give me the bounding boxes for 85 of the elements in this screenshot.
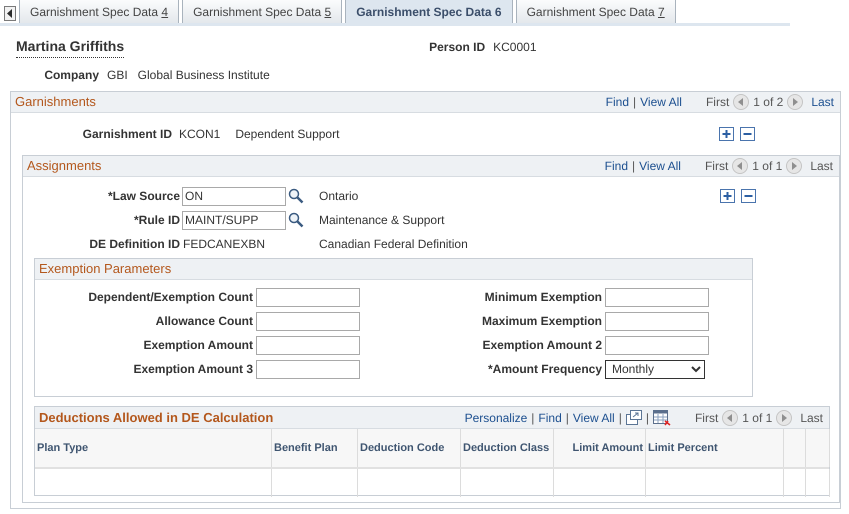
field-label: Person ID: [429, 38, 486, 56]
search-icon[interactable]: [288, 188, 304, 204]
field-label: Company: [43, 67, 99, 84]
field-label: Exemption Amount 3: [132, 361, 253, 378]
remove-icon[interactable]: [740, 127, 755, 141]
nav-link[interactable]: View All: [572, 408, 615, 426]
input-field[interactable]: [605, 288, 709, 306]
separator: |: [618, 410, 622, 426]
field-label: *Rule ID: [132, 212, 180, 229]
separator: |: [531, 410, 534, 426]
field-label: *Law Source: [106, 188, 180, 205]
field-description: Maintenance & Support: [319, 212, 444, 229]
field-label: DE Definition ID: [88, 236, 180, 253]
column-header[interactable]: Limit Amount: [554, 429, 646, 467]
field-value: GBI: [107, 67, 128, 84]
field-description: Ontario: [319, 188, 358, 205]
remove-icon[interactable]: [741, 189, 756, 203]
separator: |: [633, 94, 636, 111]
input-field[interactable]: [256, 336, 360, 354]
column-header[interactable]: Plan Type: [35, 429, 272, 467]
separator: |: [566, 410, 569, 426]
column-header[interactable]: Benefit Plan: [272, 429, 358, 467]
input-field[interactable]: MAINT/SUPP: [182, 210, 286, 230]
dropdown[interactable]: Monthly: [605, 360, 705, 378]
record-count: 1 of 2: [753, 94, 784, 111]
nav-link[interactable]: Last: [811, 93, 834, 111]
nav-link[interactable]: Find: [606, 93, 630, 111]
input-field[interactable]: [605, 336, 709, 354]
nav-link[interactable]: Personalize: [464, 408, 528, 426]
nav-link[interactable]: View All: [639, 157, 681, 175]
separator: |: [632, 158, 636, 175]
nav-link: First: [694, 410, 718, 426]
column-header[interactable]: Deduction Code: [358, 429, 461, 467]
nav-link: Last: [810, 158, 833, 175]
field-description: Canadian Federal Definition: [319, 236, 468, 253]
section-title: Deductions Allowed in DE Calculation: [39, 408, 274, 427]
nav-link[interactable]: View All: [640, 93, 682, 111]
field-label: Dependent/Exemption Count: [87, 289, 253, 306]
previous-icon[interactable]: [722, 410, 738, 426]
nav-link: First: [704, 158, 728, 175]
new-window-icon[interactable]: [626, 410, 642, 425]
previous-icon[interactable]: [732, 158, 748, 174]
field-value: FEDCANEXBN: [183, 236, 266, 253]
field-label: Exemption Amount 2: [481, 337, 602, 354]
input-field[interactable]: [605, 312, 709, 330]
field-description: Global Business Institute: [138, 67, 270, 84]
field-value: KC0001: [493, 38, 537, 56]
tab[interactable]: Garnishment Spec Data 5: [182, 0, 342, 23]
field-value: KCON1: [179, 126, 220, 143]
next-icon[interactable]: [776, 410, 792, 426]
add-icon[interactable]: [719, 127, 734, 141]
previous-icon[interactable]: [733, 94, 750, 110]
record-count: 1 of 1: [742, 410, 772, 426]
add-icon[interactable]: [720, 189, 735, 203]
tab[interactable]: Garnishment Spec Data 7: [516, 0, 676, 23]
input-field[interactable]: [256, 288, 360, 306]
separator: |: [646, 410, 649, 426]
column-header[interactable]: Limit Percent: [646, 429, 784, 467]
nav-link: First: [706, 94, 730, 111]
field-label: *Amount Frequency: [486, 361, 602, 378]
input-field[interactable]: [256, 312, 360, 330]
spreadsheet-icon[interactable]: [652, 410, 671, 426]
tab[interactable]: Garnishment Spec Data 6: [345, 0, 513, 23]
section-title: Exemption Parameters: [39, 260, 172, 278]
input-field[interactable]: [256, 360, 360, 378]
nav-link[interactable]: Find: [538, 408, 562, 426]
employee-name: Martina Griffiths: [16, 36, 124, 58]
field-label: Garnishment ID: [82, 126, 172, 143]
scroll-left-icon[interactable]: [4, 6, 16, 21]
nav-link: Last: [800, 410, 823, 426]
field-description: Dependent Support: [235, 126, 340, 143]
search-icon[interactable]: [288, 212, 304, 228]
field-label: Maximum Exemption: [480, 313, 602, 330]
column-header[interactable]: Deduction Class: [461, 429, 554, 467]
field-label: Allowance Count: [154, 313, 253, 330]
next-icon[interactable]: [787, 94, 804, 110]
tab[interactable]: Garnishment Spec Data 4: [19, 0, 180, 23]
input-field[interactable]: ON: [182, 186, 286, 206]
next-icon[interactable]: [786, 158, 802, 174]
field-label: Exemption Amount: [142, 337, 253, 354]
section-title: Assignments: [27, 157, 102, 176]
record-count: 1 of 1: [752, 158, 782, 175]
nav-link[interactable]: Find: [604, 157, 628, 175]
section-title: Garnishments: [15, 93, 96, 112]
field-label: Minimum Exemption: [484, 289, 602, 306]
